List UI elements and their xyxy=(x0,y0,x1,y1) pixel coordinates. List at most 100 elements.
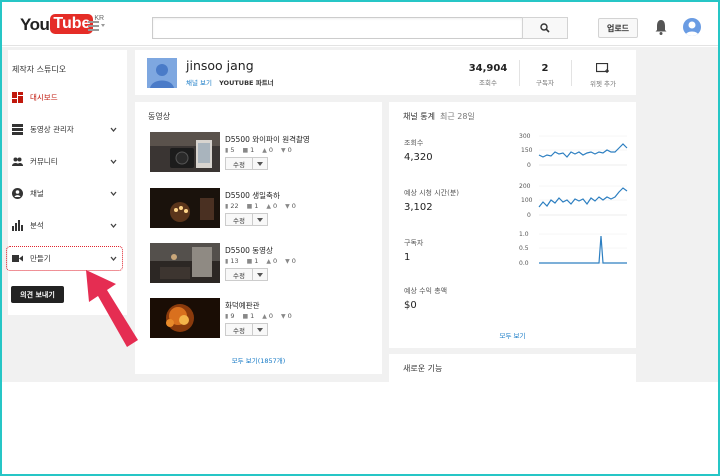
video-stats: ▮ 9 ■ 1 ▲ 0 ▼ 0 xyxy=(225,312,300,320)
comment-icon: ■ xyxy=(246,202,253,210)
video-manager-icon xyxy=(12,123,23,135)
video-edit-group: 수정 xyxy=(225,157,268,170)
video-likes: 0 xyxy=(273,202,278,210)
stats-period: 최근 28일 xyxy=(439,112,475,121)
thumbs-down-icon: ▼ xyxy=(281,146,286,154)
video-thumbnail[interactable] xyxy=(150,188,220,228)
sidebar-item-label: 채널 xyxy=(30,188,44,198)
account-avatar[interactable] xyxy=(683,18,701,36)
chevron-down-icon xyxy=(110,159,117,164)
metric-value: $0 xyxy=(404,300,417,311)
videos-see-all-link[interactable]: 모두 보기(1857개) xyxy=(135,355,382,365)
video-item: D5500 동영상 ▮ 13 ■ 1 ▲ 0 ▼ 0 수정 xyxy=(150,243,375,283)
video-title[interactable]: D5500 와이파이 원격촬영 xyxy=(225,134,310,145)
user-silhouette-icon xyxy=(150,64,174,88)
stats-title: 채널 통계 xyxy=(403,112,435,121)
add-widget-button[interactable]: 위젯 추가 xyxy=(583,62,623,88)
sidebar-item-video-manager[interactable]: 동영상 관리자 xyxy=(8,119,127,139)
views-value: 34,904 xyxy=(468,63,508,74)
stats-card-title: 채널 통계 최근 28일 xyxy=(403,111,475,122)
dashboard-icon xyxy=(12,91,23,103)
video-views: 13 xyxy=(230,257,239,265)
new-features-card: 새로운 기능 xyxy=(389,354,636,382)
video-edit-group: 수정 xyxy=(225,268,268,281)
subscribers-value: 2 xyxy=(541,63,549,74)
sparkline-tick: 150 xyxy=(521,147,533,154)
views-bar-icon: ▮ xyxy=(225,312,229,320)
video-title[interactable]: D5500 생일축하 xyxy=(225,190,280,201)
video-thumbnail[interactable] xyxy=(150,132,220,172)
thumbs-down-icon: ▼ xyxy=(281,312,286,320)
view-channel-link[interactable]: 채널 보기 xyxy=(186,79,212,87)
send-feedback-button[interactable]: 의견 보내기 xyxy=(11,286,64,303)
video-comments: 1 xyxy=(250,146,255,154)
search-input[interactable] xyxy=(152,17,522,39)
sidebar-item-channel[interactable]: 채널 xyxy=(8,183,127,203)
thumbs-up-icon: ▲ xyxy=(266,202,272,210)
edit-dropdown-button[interactable] xyxy=(253,323,268,336)
metric-label: 구독자 xyxy=(404,239,424,247)
metric-label: 예상 시청 시간(분) xyxy=(404,189,459,197)
thumbs-down-icon: ▼ xyxy=(285,202,290,210)
views-stat: 34,904 조회수 xyxy=(468,63,508,87)
sparkline-tick: 300 xyxy=(519,133,531,140)
add-widget-icon xyxy=(595,62,609,73)
sparkline-tick: 0.5 xyxy=(519,245,529,252)
video-title[interactable]: D5500 동영상 xyxy=(225,245,273,256)
analytics-icon xyxy=(12,219,23,231)
subscribers-stat: 2 구독자 xyxy=(530,63,560,87)
video-views: 9 xyxy=(230,312,235,320)
new-features-title: 새로운 기능 xyxy=(403,364,443,373)
chevron-down-icon xyxy=(110,127,117,132)
video-item: D5500 생일축하 ▮ 22 ■ 1 ▲ 0 ▼ 0 수정 xyxy=(150,188,375,228)
sidebar-item-community[interactable]: 커뮤니티 xyxy=(8,151,127,171)
video-title[interactable]: 화덕예판관 xyxy=(225,300,260,311)
sidebar-item-analytics[interactable]: 분석 xyxy=(8,215,127,235)
views-bar-icon: ▮ xyxy=(225,257,229,265)
video-dislikes: 0 xyxy=(287,312,292,320)
annotation-arrow xyxy=(86,270,138,347)
video-thumbnail[interactable] xyxy=(150,298,220,338)
sidebar-item-label: 대시보드 xyxy=(30,92,58,102)
watch-time-sparkline: 200 100 0 xyxy=(519,183,628,219)
sparkline-tick: 0 xyxy=(527,212,531,219)
sparkline-tick: 100 xyxy=(521,197,533,204)
metric-views: 조회수 4,320 xyxy=(404,138,433,163)
comment-icon: ■ xyxy=(242,312,249,320)
edit-button[interactable]: 수정 xyxy=(225,157,253,170)
sidebar-item-dashboard[interactable]: 대시보드 xyxy=(8,87,127,107)
upload-button[interactable]: 업로드 xyxy=(598,18,638,38)
search-button[interactable] xyxy=(522,17,568,39)
metric-watch-time: 예상 시청 시간(분) 3,102 xyxy=(404,188,459,213)
video-stats: ▮ 22 ■ 1 ▲ 0 ▼ 0 xyxy=(225,202,304,210)
partner-label: YOUTUBE 파트너 xyxy=(219,79,274,87)
views-bar-icon: ▮ xyxy=(225,202,229,210)
edit-dropdown-button[interactable] xyxy=(253,268,268,281)
guide-menu-icon[interactable] xyxy=(88,21,105,31)
thumbs-up-icon: ▲ xyxy=(262,312,267,320)
edit-dropdown-button[interactable] xyxy=(253,157,268,170)
notification-bell-icon[interactable] xyxy=(654,18,668,36)
video-thumbnail[interactable] xyxy=(150,243,220,283)
comment-icon: ■ xyxy=(246,257,253,265)
channel-avatar[interactable] xyxy=(147,58,177,88)
thumbs-up-icon: ▲ xyxy=(266,257,272,265)
video-likes: 0 xyxy=(268,146,274,154)
channel-stats-card: 채널 통계 최근 28일 조회수 4,320 300 150 0 예상 시청 시간… xyxy=(389,102,636,348)
sparkline-tick: 200 xyxy=(519,183,531,190)
edit-button[interactable]: 수정 xyxy=(225,268,253,281)
chevron-down-icon xyxy=(110,191,117,196)
sidebar-item-label: 커뮤니티 xyxy=(30,156,58,166)
logo-tube-text: Tube xyxy=(50,14,94,34)
metric-revenue: 예상 수익 총액 $0 xyxy=(404,286,447,311)
user-silhouette-icon xyxy=(685,21,699,36)
sparkline-tick: 1.0 xyxy=(519,231,529,238)
edit-dropdown-button[interactable] xyxy=(253,213,268,226)
video-item: D5500 와이파이 원격촬영 ▮ 5 ■ 1 ▲ 0 ▼ 0 수정 xyxy=(150,132,375,172)
edit-button[interactable]: 수정 xyxy=(225,323,253,336)
views-sparkline: 300 150 0 xyxy=(519,133,628,169)
metric-value: 4,320 xyxy=(404,152,433,163)
video-likes: 0 xyxy=(268,312,274,320)
stats-see-all-link[interactable]: 모두 보기 xyxy=(389,330,636,340)
edit-button[interactable]: 수정 xyxy=(225,213,253,226)
